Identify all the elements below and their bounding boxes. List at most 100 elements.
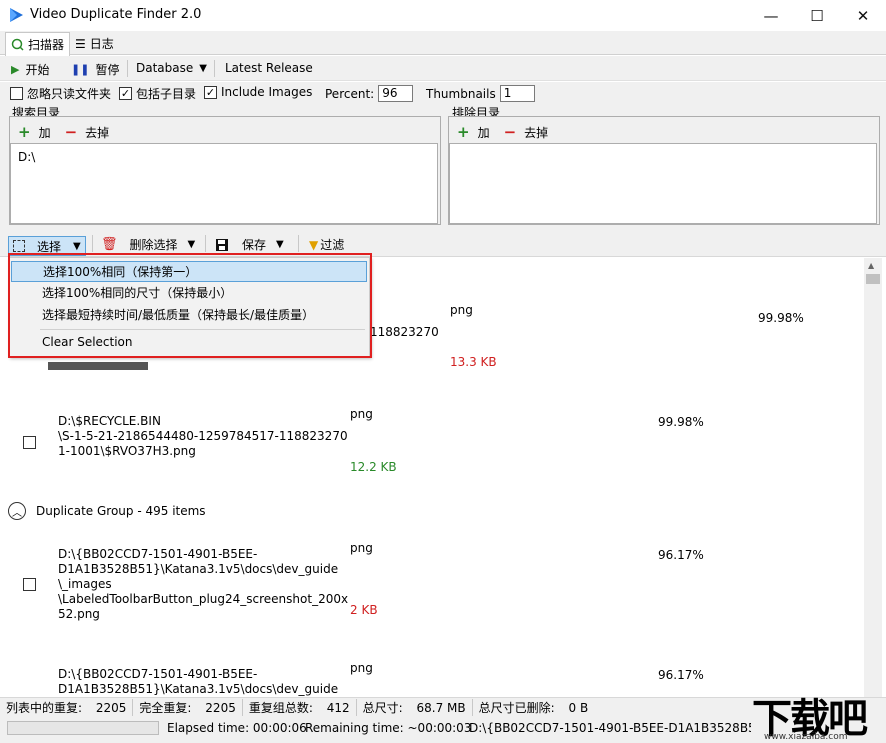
- removed-size: 总尺寸已删除: 0 B: [473, 699, 595, 716]
- status-label: 完全重复:: [139, 701, 192, 715]
- database-label: Database: [136, 61, 194, 75]
- duplicates-in-list: 列表中的重复: 2205: [0, 699, 134, 716]
- current-file-path: D:\{BB02CCD7-1501-4901-B5EE-D1A1B3528B51…: [469, 721, 751, 735]
- include-subdirs-checkbox[interactable]: ✓: [119, 87, 132, 100]
- status-value: 2205: [205, 701, 236, 715]
- tab-log[interactable]: ☰ 日志: [70, 32, 119, 55]
- save-label: 保存: [242, 238, 267, 252]
- status-label: 重复组总数:: [248, 701, 313, 715]
- tab-log-label: 日志: [89, 37, 114, 51]
- plus-icon[interactable]: +: [457, 123, 470, 141]
- results-scrollbar[interactable]: ▲: [864, 258, 882, 697]
- include-images-option[interactable]: ✓ Include Images: [204, 85, 312, 99]
- caret-down-icon: ▼: [199, 62, 207, 74]
- exclude-dirs-list[interactable]: [449, 143, 877, 224]
- file-path: D:\$RECYCLE.BIN \S-1-5-21-2186544480-125…: [58, 414, 348, 458]
- latest-release-button[interactable]: Latest Release: [225, 61, 313, 75]
- pause-icon: ❚❚: [71, 63, 90, 76]
- similarity: 99.98%: [658, 415, 704, 429]
- options-bar: 忽略只读文件夹 ✓ 包括子目录 ✓ Include Images Percent…: [0, 82, 886, 104]
- total-size: 总尺寸: 68.7 MB: [357, 699, 473, 716]
- ignore-readonly-label: 忽略只读文件夹: [27, 87, 112, 101]
- ignore-readonly-checkbox[interactable]: [10, 87, 23, 100]
- minimize-button[interactable]: —: [748, 0, 794, 31]
- maximize-button[interactable]: ☐: [794, 0, 840, 31]
- tab-bar: 扫描器 ☰ 日志: [0, 31, 886, 56]
- add-search-dir-button[interactable]: 加: [39, 124, 51, 141]
- file-path: 118823270: [370, 325, 439, 339]
- site-watermark: 下载吧 www.xiazaiba.com: [746, 686, 886, 743]
- duplicate-group-header[interactable]: ︿ Duplicate Group - 495 items: [8, 502, 206, 520]
- status-value: 412: [326, 701, 350, 715]
- include-images-checkbox[interactable]: ✓: [204, 85, 217, 99]
- minus-icon[interactable]: −: [65, 123, 78, 141]
- progress-bar: [7, 721, 159, 735]
- tab-scanner[interactable]: 扫描器: [5, 32, 71, 56]
- toolbar-divider: [92, 235, 93, 252]
- close-button[interactable]: ✕: [840, 0, 886, 31]
- status-label: 总尺寸已删除:: [478, 701, 555, 715]
- title-bar: Video Duplicate Finder 2.0 — ☐ ✕: [0, 0, 886, 31]
- status-value: 2205: [95, 701, 127, 715]
- delete-selection-dropdown[interactable]: 🗑 删除选择 ▼: [101, 236, 195, 253]
- plus-icon[interactable]: +: [18, 123, 31, 141]
- duplicate-groups: 重复组总数: 412: [243, 699, 357, 716]
- thumbnails-input[interactable]: 1: [499, 85, 535, 102]
- file-path: D:\{BB02CCD7-1501-4901-B5EE- D1A1B3528B5…: [58, 547, 349, 621]
- remove-search-dir-button[interactable]: 去掉: [85, 124, 109, 141]
- start-label: 开始: [25, 63, 50, 77]
- main-toolbar: ▶ 开始 ❚❚ 暂停 Database ▼ Latest Release: [0, 56, 886, 81]
- search-dirs-panel: 搜索目录 + 加 − 去掉 D:\: [0, 104, 443, 231]
- add-exclude-dir-button[interactable]: 加: [478, 124, 490, 141]
- remove-exclude-dir-button[interactable]: 去掉: [524, 124, 548, 141]
- result-row[interactable]: D:\{BB02CCD7-1501-4901-B5EE- D1A1B3528B5…: [0, 533, 864, 653]
- search-dirs-group: + 加 − 去掉 D:\: [9, 116, 441, 225]
- minus-icon[interactable]: −: [504, 123, 517, 141]
- file-type: png: [350, 661, 373, 675]
- result-row[interactable]: D:\{BB02CCD7-1501-4901-B5EE- D1A1B3528B5…: [0, 653, 864, 697]
- file-size: 2 KB: [350, 603, 378, 617]
- status-label: 总尺寸:: [362, 701, 403, 715]
- scroll-up-icon[interactable]: ▲: [868, 261, 874, 270]
- full-duplicates: 完全重复: 2205: [133, 699, 243, 716]
- row-checkbox[interactable]: [23, 578, 36, 591]
- similarity: 96.17%: [658, 668, 704, 682]
- pause-button[interactable]: ❚❚ 暂停: [71, 61, 119, 78]
- filter-button[interactable]: ▼ 过滤: [309, 236, 344, 253]
- collapse-icon[interactable]: ︿: [8, 502, 26, 520]
- toolbar-divider: [127, 60, 128, 77]
- file-type: png: [450, 303, 473, 317]
- exclude-dirs-group: + 加 − 去掉: [448, 116, 880, 225]
- start-button[interactable]: ▶ 开始: [11, 61, 49, 78]
- caret-down-icon: ▼: [73, 240, 81, 252]
- percent-input[interactable]: 96: [378, 85, 414, 102]
- exclude-dirs-panel: 排除目录 + 加 − 去掉: [443, 104, 886, 231]
- search-dir-item[interactable]: D:\: [18, 150, 35, 164]
- file-size: 13.3 KB: [450, 355, 497, 369]
- search-dirs-list[interactable]: D:\: [10, 143, 438, 224]
- status-label: 列表中的重复:: [6, 701, 83, 715]
- result-row[interactable]: D:\$RECYCLE.BIN \S-1-5-21-2186544480-125…: [0, 388, 864, 493]
- floppy-disk-icon: [216, 238, 228, 251]
- exclude-dirs-toolbar: + 加 − 去掉: [457, 123, 548, 141]
- ignore-readonly-option[interactable]: 忽略只读文件夹: [10, 85, 111, 102]
- highlight-frame: [8, 253, 372, 358]
- database-dropdown[interactable]: Database ▼: [136, 61, 207, 75]
- funnel-icon: ▼: [309, 237, 319, 252]
- group-label: Duplicate Group - 495 items: [36, 504, 206, 518]
- save-dropdown[interactable]: 保存 ▼: [216, 236, 284, 253]
- status-value: 0 B: [568, 701, 589, 715]
- percent-label: Percent:: [325, 86, 375, 101]
- app-logo-icon: [10, 8, 23, 22]
- row-checkbox[interactable]: [23, 436, 36, 449]
- thumbnails-field: Thumbnails 1: [426, 85, 535, 102]
- trash-icon: 🗑: [101, 237, 118, 252]
- delete-selection-label: 删除选择: [129, 238, 178, 252]
- percent-field: Percent: 96: [325, 85, 414, 102]
- list-icon: ☰: [75, 36, 86, 51]
- toolbar-divider: [298, 235, 299, 252]
- include-subdirs-option[interactable]: ✓ 包括子目录: [119, 85, 196, 102]
- elapsed-time: Elapsed time: 00:00:06: [167, 721, 307, 735]
- play-icon: ▶: [11, 63, 20, 76]
- scrollbar-thumb[interactable]: [866, 274, 880, 284]
